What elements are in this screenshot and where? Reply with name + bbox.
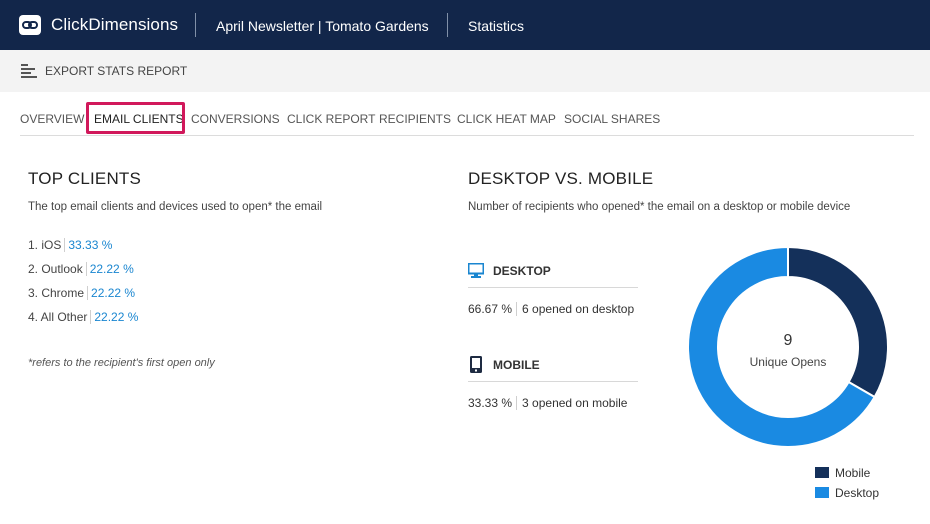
legend-swatch-desktop <box>815 487 829 498</box>
desktop-header: DESKTOP <box>467 261 638 288</box>
desktop-percent: 66.67 % <box>468 302 513 316</box>
client-name: 3. Chrome <box>28 286 85 300</box>
mobile-label: MOBILE <box>493 358 540 372</box>
export-stats-report-button[interactable]: EXPORT STATS REPORT <box>45 64 187 78</box>
tab-recipients[interactable]: RECIPIENTS <box>379 112 451 126</box>
client-percent: 22.22 % <box>87 286 136 300</box>
client-row: 3. Chrome 22.22 % <box>28 286 136 300</box>
top-clients-description: The top email clients and devices used t… <box>28 201 323 213</box>
clickdimensions-logo-icon[interactable] <box>19 15 41 35</box>
desktop-label: DESKTOP <box>493 264 551 278</box>
client-percent: 33.33 % <box>64 238 113 252</box>
legend-label: Mobile <box>835 466 871 480</box>
mobile-stat: 33.33 % 3 opened on mobile <box>468 396 628 410</box>
mobile-percent: 33.33 % <box>468 396 513 410</box>
client-name: 4. All Other <box>28 310 88 324</box>
tab-click-heat-map[interactable]: CLICK HEAT MAP <box>457 112 556 126</box>
unique-opens-count: 9 <box>783 332 793 349</box>
phone-icon <box>470 356 482 378</box>
tab-social-shares[interactable]: SOCIAL SHARES <box>564 112 660 126</box>
client-percent: 22.22 % <box>85 262 134 276</box>
legend-label: Desktop <box>835 486 880 500</box>
legend-item-mobile: Mobile <box>815 466 870 480</box>
desktop-stat: 66.67 % 6 opened on desktop <box>468 302 635 316</box>
client-row: 4. All Other 22.22 % <box>28 310 139 324</box>
client-name: 1. iOS <box>28 238 62 252</box>
mobile-count: 3 opened on mobile <box>516 396 628 410</box>
active-tab-highlight <box>86 102 185 134</box>
stats-toolbar: EXPORT STATS REPORT <box>0 50 930 92</box>
desktop-vs-mobile-description: Number of recipients who opened* the ema… <box>468 201 851 213</box>
header-divider <box>195 13 196 37</box>
tab-conversions[interactable]: CONVERSIONS <box>191 112 280 126</box>
top-header: ClickDimensions April Newsletter | Tomat… <box>0 0 930 50</box>
header-divider <box>447 13 448 37</box>
client-row: 1. iOS 33.33 % <box>28 238 113 252</box>
bar-chart-icon[interactable] <box>21 63 37 84</box>
client-name: 2. Outlook <box>28 262 83 276</box>
top-clients-title: TOP CLIENTS <box>28 169 142 188</box>
donut-slice-mobile[interactable] <box>787 245 889 399</box>
client-row: 2. Outlook 22.22 % <box>28 262 134 276</box>
email-name-link[interactable]: April Newsletter | Tomato Gardens <box>216 18 429 34</box>
desktop-count: 6 opened on desktop <box>516 302 635 316</box>
legend-item-desktop: Desktop <box>815 486 879 500</box>
client-percent: 22.22 % <box>90 310 139 324</box>
monitor-icon <box>467 262 485 283</box>
tab-click-report[interactable]: CLICK REPORT <box>287 112 375 126</box>
first-open-note: *refers to the recipient's first open on… <box>28 357 215 369</box>
unique-opens-label: Unique Opens <box>749 355 827 369</box>
mobile-header: MOBILE <box>468 355 638 382</box>
brand-name[interactable]: ClickDimensions <box>51 15 178 35</box>
tab-overview[interactable]: OVERVIEW <box>20 112 84 126</box>
desktop-vs-mobile-title: DESKTOP VS. MOBILE <box>468 169 654 188</box>
statistics-link[interactable]: Statistics <box>468 18 524 34</box>
legend-swatch-mobile <box>815 467 829 478</box>
